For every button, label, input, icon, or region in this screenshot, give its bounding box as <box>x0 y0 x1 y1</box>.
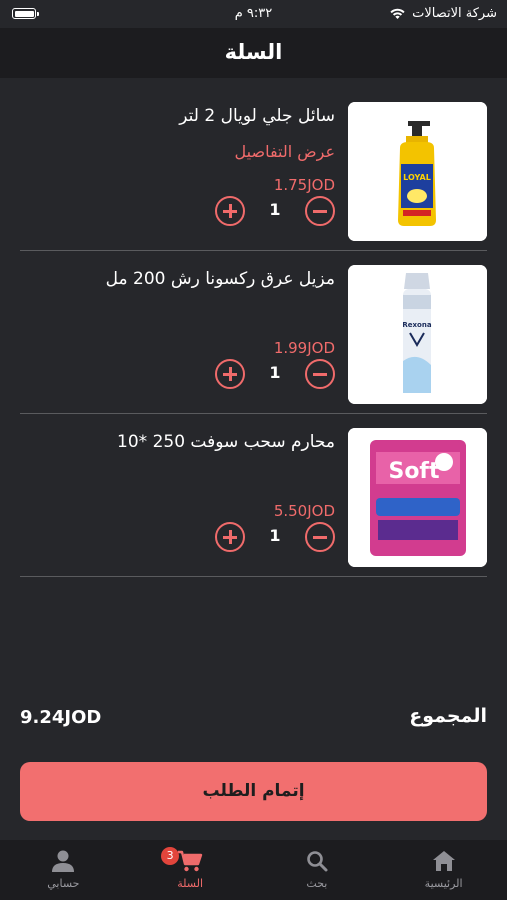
tab-cart[interactable]: 3 السلة <box>127 840 254 900</box>
total-value: 9.24JOD <box>20 707 102 728</box>
tab-home[interactable]: الرئيسية <box>380 840 507 900</box>
cart-item: Soft محارم سحب سوفت 250 *10 5.50JOD 1 <box>20 414 487 577</box>
product-name: مزيل عرق ركسونا رش 200 مل <box>105 269 335 289</box>
tab-label: حسابي <box>47 877 80 890</box>
tab-search[interactable]: بحث <box>254 840 381 900</box>
quantity-stepper: 1 <box>215 359 335 393</box>
view-details-link[interactable]: عرض التفاصيل <box>235 142 335 161</box>
page-title: السلة <box>224 40 283 64</box>
tab-label: بحث <box>306 877 328 890</box>
home-icon <box>432 851 455 871</box>
status-time: ٩:٣٢ م <box>234 6 273 21</box>
status-bar: شركة الاتصالات ٩:٣٢ م <box>0 0 507 28</box>
cart-list: LOYAL سائل جلي لويال 2 لتر عرض التفاصيل … <box>0 88 507 577</box>
svg-text:Rexona: Rexona <box>402 321 431 329</box>
tab-label: الرئيسية <box>424 877 463 890</box>
deodorant-can-image: Rexona <box>348 265 487 404</box>
tab-label: السلة <box>177 877 203 890</box>
battery-icon <box>12 8 39 19</box>
product-name: محارم سحب سوفت 250 *10 <box>117 432 335 452</box>
product-image-soft-tissues[interactable]: Soft <box>348 428 487 567</box>
checkout-button[interactable]: إتمام الطلب <box>20 762 487 821</box>
cart-icon <box>178 850 203 872</box>
svg-text:Soft: Soft <box>388 459 440 484</box>
product-price: 1.99JOD <box>273 339 335 357</box>
person-icon <box>52 850 75 872</box>
decrease-quantity-button[interactable] <box>305 196 335 226</box>
product-name: سائل جلي لويال 2 لتر <box>179 106 335 126</box>
total-label: المجموع <box>409 705 487 727</box>
svg-text:LOYAL: LOYAL <box>403 173 431 182</box>
cart-item: Rexona مزيل عرق ركسونا رش 200 مل 1.99JOD… <box>20 251 487 414</box>
quantity-stepper: 1 <box>215 196 335 230</box>
cart-item: LOYAL سائل جلي لويال 2 لتر عرض التفاصيل … <box>20 88 487 251</box>
decrease-quantity-button[interactable] <box>305 359 335 389</box>
decrease-quantity-button[interactable] <box>305 522 335 552</box>
product-price: 5.50JOD <box>273 502 335 520</box>
product-image-loyal-dish-liquid[interactable]: LOYAL <box>348 102 487 241</box>
order-total: المجموع 9.24JOD <box>20 705 487 735</box>
tissue-pack-image: Soft <box>348 428 487 567</box>
search-icon <box>307 851 328 872</box>
dish-liquid-bottle-image: LOYAL <box>348 102 487 241</box>
tab-account[interactable]: حسابي <box>0 840 127 900</box>
page-header: السلة <box>0 28 507 78</box>
quantity-stepper: 1 <box>215 522 335 556</box>
cart-count-badge: 3 <box>161 847 180 865</box>
bottom-tab-bar: الرئيسية بحث 3 السلة حسابي <box>0 840 507 900</box>
product-image-rexona-spray[interactable]: Rexona <box>348 265 487 404</box>
product-price: 1.75JOD <box>273 176 335 194</box>
